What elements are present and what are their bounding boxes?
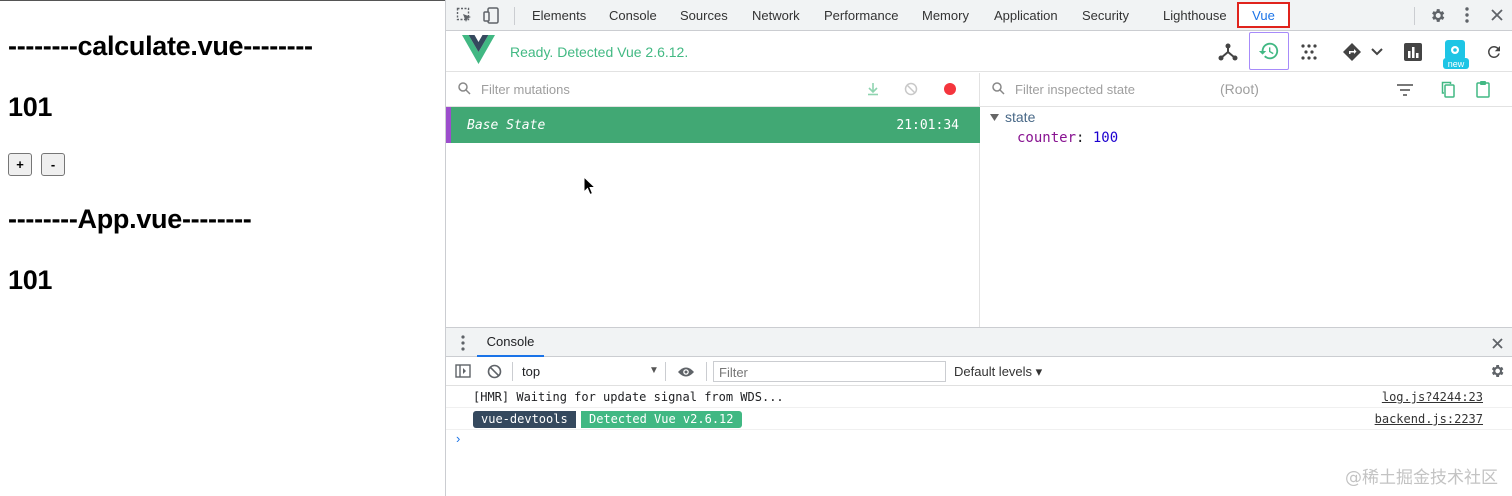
performance-chart-icon[interactable] [1399, 39, 1427, 65]
state-filter-bar: Filter inspected state (Root) [980, 73, 1512, 107]
toolbar-divider [512, 362, 513, 381]
tab-console[interactable]: Console [609, 8, 657, 23]
app-page: --------calculate.vue-------- 101 + - --… [0, 0, 445, 496]
vue-devtools-header: Ready. Detected Vue 2.6.12. new [446, 31, 1512, 72]
tab-memory[interactable]: Memory [922, 8, 969, 23]
copy-icon[interactable] [1441, 81, 1455, 103]
console-prompt[interactable]: › [456, 431, 460, 446]
vue-devtools-badge: vue-devtools [473, 411, 576, 428]
app-heading: --------App.vue-------- [8, 204, 252, 234]
console-settings-gear-icon[interactable] [1489, 363, 1505, 384]
close-icon[interactable] [1488, 6, 1506, 24]
counter-buttons: + - [8, 153, 65, 176]
search-icon [992, 82, 1005, 100]
tab-performance[interactable]: Performance [824, 8, 898, 23]
increment-button[interactable]: + [8, 153, 32, 176]
state-group-label: state [1005, 109, 1036, 125]
log-source-link[interactable]: backend.js:2237 [1375, 412, 1483, 426]
counter-state-row[interactable]: counter: 100 [1017, 130, 1118, 146]
vue-logo-icon [462, 35, 495, 70]
devtools-panel: Elements Console Sources Network Perform… [445, 0, 1512, 496]
calculate-heading: --------calculate.vue-------- [8, 31, 313, 61]
decrement-button[interactable]: - [41, 153, 65, 176]
base-state-label: Base State [467, 118, 546, 133]
device-toolbar-icon[interactable] [482, 6, 500, 24]
tabbar-divider [514, 7, 515, 25]
tab-sources[interactable]: Sources [680, 8, 728, 23]
refresh-icon[interactable] [1480, 39, 1508, 65]
app-counter-value: 101 [8, 265, 53, 295]
state-value: 100 [1092, 130, 1119, 146]
tab-application[interactable]: Application [994, 8, 1058, 23]
close-drawer-icon[interactable] [1492, 336, 1503, 354]
inspect-element-icon[interactable] [455, 6, 473, 24]
drawer-menu-icon[interactable] [461, 335, 465, 356]
gear-icon[interactable] [1428, 6, 1446, 24]
record-icon[interactable] [943, 82, 957, 101]
console-filter-input[interactable]: Filter [713, 361, 946, 382]
revert-all-icon[interactable] [904, 82, 918, 101]
drawer-tab-console[interactable]: Console [477, 328, 544, 357]
toolbar-divider [706, 362, 707, 381]
tabbar-divider [1414, 7, 1415, 25]
state-group-row[interactable]: state [990, 109, 1118, 125]
detected-vue-badge: Detected Vue v2.6.12 [581, 411, 742, 428]
context-dropdown-icon[interactable]: ▼ [649, 365, 659, 376]
console-log-row: vue-devtools Detected Vue v2.6.12 backen… [446, 408, 1512, 430]
toolbar-divider [665, 362, 666, 381]
mutations-filter-input[interactable]: Filter mutations [481, 82, 570, 97]
state-inspector-pane: Filter inspected state (Root) state coun… [980, 73, 1512, 327]
sidebar-toggle-icon[interactable] [455, 364, 471, 383]
devtools-tabbar: Elements Console Sources Network Perform… [446, 0, 1512, 31]
commit-all-icon[interactable] [866, 82, 880, 101]
live-expression-eye-icon[interactable] [677, 365, 695, 383]
log-source-link[interactable]: log.js?4244:23 [1382, 390, 1483, 404]
vuex-history-icon[interactable] [1249, 32, 1289, 70]
state-key: counter [1017, 130, 1077, 146]
key-colon: : [1076, 130, 1093, 146]
vue-status-text: Ready. Detected Vue 2.6.12. [510, 44, 689, 60]
base-state-timestamp: 21:01:34 [896, 118, 959, 133]
tab-lighthouse[interactable]: Lighthouse [1163, 8, 1227, 23]
log-levels-dropdown[interactable]: Default levels ▾ [954, 364, 1042, 380]
mutations-pane: Filter mutations Base State 21:01:34 [446, 73, 980, 327]
state-filter-input[interactable]: Filter inspected state [1015, 82, 1135, 97]
root-selector[interactable]: (Root) [1220, 81, 1259, 97]
tab-elements[interactable]: Elements [532, 8, 586, 23]
drawer-tabbar: Console [446, 328, 1512, 357]
watermark: @稀土掘金技术社区 [1345, 468, 1498, 488]
caret-down-icon[interactable] [990, 109, 999, 125]
clear-console-icon[interactable] [487, 364, 502, 384]
filter-lines-icon[interactable] [1396, 83, 1414, 102]
settings-new-icon[interactable]: new [1441, 38, 1471, 70]
chevron-down-icon[interactable] [1363, 39, 1391, 65]
paste-clipboard-icon[interactable] [1476, 80, 1490, 103]
calculate-counter-value: 101 [8, 92, 53, 122]
search-icon [458, 82, 471, 100]
console-toolbar: top ▼ Filter Default levels ▾ [446, 357, 1512, 386]
more-options-icon[interactable] [1458, 6, 1476, 24]
log-message: [HMR] Waiting for update signal from WDS… [473, 390, 784, 404]
state-tree: state counter: 100 [990, 109, 1118, 146]
mutations-filter-bar: Filter mutations [446, 73, 979, 107]
components-tree-icon[interactable] [1214, 39, 1242, 65]
base-state-row[interactable]: Base State 21:01:34 [446, 107, 980, 143]
new-badge: new [1448, 59, 1465, 69]
tab-network[interactable]: Network [752, 8, 800, 23]
tab-vue[interactable]: Vue [1237, 2, 1290, 28]
console-log-row: [HMR] Waiting for update signal from WDS… [446, 386, 1512, 408]
tab-security[interactable]: Security [1082, 8, 1129, 23]
events-icon[interactable] [1295, 39, 1323, 65]
context-select[interactable]: top [522, 364, 540, 379]
mouse-cursor-icon [583, 175, 597, 201]
